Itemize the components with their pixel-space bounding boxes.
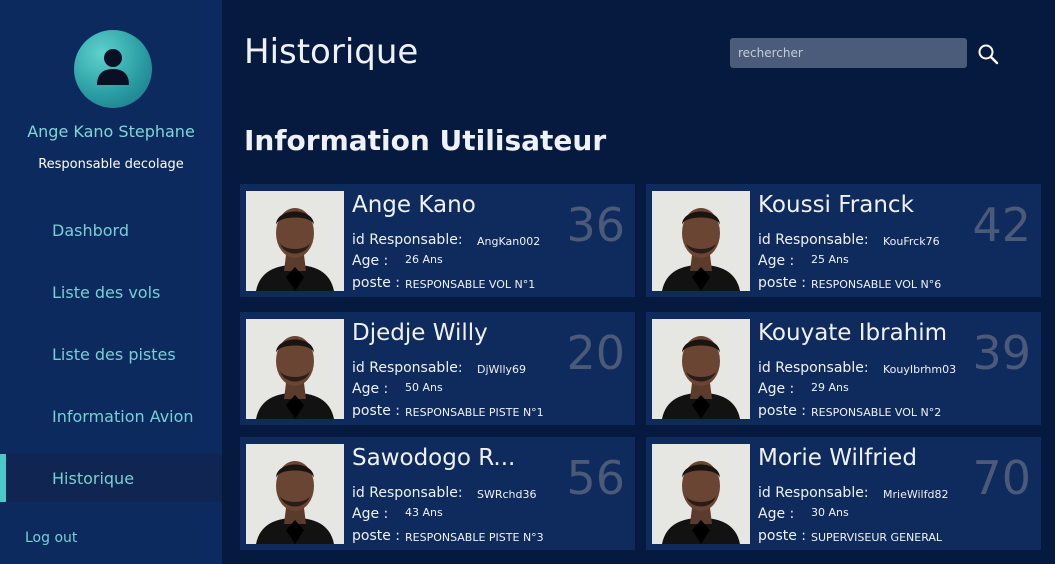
poste-value: RESPONSABLE VOL N°1 [405,278,536,291]
id-label: id Responsable: [352,232,463,248]
sidebar-item-liste-des-vols[interactable]: Liste des vols [0,268,222,316]
sidebar-item-label: Dashbord [52,220,129,240]
user-card[interactable]: Ange Kano 36 id Responsable: AngKan002 A… [240,184,635,297]
profile-photo [246,191,344,291]
age-label: Age : [352,381,389,397]
sidebar-item-liste-des-pistes[interactable]: Liste des pistes [0,330,222,378]
card-big-number: 20 [566,326,625,380]
profile-photo [246,444,344,544]
age-value: 50 Ans [405,381,443,394]
user-card[interactable]: Djedje Willy 20 id Responsable: DjWlly69… [240,312,635,425]
profile-photo-image [246,191,344,291]
user-role: Responsable decolage [38,157,184,172]
id-value: KouFrck76 [883,235,940,248]
id-value: SWRchd36 [477,488,537,501]
search-input[interactable] [730,38,967,68]
age-value: 26 Ans [405,253,443,266]
age-value: 30 Ans [811,506,849,519]
sidebar-item-label: Information Avion [52,406,194,426]
id-value: KouyIbrhm03 [883,363,957,376]
card-big-number: 39 [972,326,1031,380]
card-big-number: 70 [972,451,1031,505]
age-label: Age : [758,253,795,269]
page-title: Historique [244,32,419,72]
logout-link[interactable]: Log out [25,530,77,546]
poste-label: poste : [352,403,401,419]
sidebar-item-label: Liste des pistes [52,344,176,364]
age-label: Age : [352,253,389,269]
id-value: AngKan002 [477,235,541,248]
age-value: 43 Ans [405,506,443,519]
user-card[interactable]: Kouyate Ibrahim 39 id Responsable: KouyI… [646,312,1041,425]
sidebar: Ange Kano Stephane Responsable decolage … [0,0,222,564]
card-big-number: 42 [972,198,1031,252]
poste-value: RESPONSABLE VOL N°6 [811,278,942,291]
id-value: MrieWilfd82 [883,488,949,501]
profile-photo-image [246,319,344,419]
poste-value: RESPONSABLE PISTE N°1 [405,406,544,419]
card-big-number: 56 [566,451,625,505]
profile-photo-image [652,444,750,544]
card-name: Koussi Franck [758,192,914,218]
poste-label: poste : [758,528,807,544]
profile-photo [652,444,750,544]
profile-photo [652,191,750,291]
poste-label: poste : [758,275,807,291]
card-big-number: 36 [566,198,625,252]
section-title: Information Utilisateur [244,124,607,157]
search-icon[interactable] [977,43,999,65]
age-label: Age : [758,381,795,397]
card-name: Djedje Willy [352,320,488,346]
poste-value: RESPONSABLE VOL N°2 [811,406,942,419]
user-name: Ange Kano Stephane [27,122,195,141]
poste-label: poste : [352,275,401,291]
sidebar-item-label: Liste des vols [52,282,161,302]
sidebar-item-dashbord[interactable]: Dashbord [0,206,222,254]
profile-photo-image [246,444,344,544]
id-label: id Responsable: [758,360,869,376]
card-name: Kouyate Ibrahim [758,320,948,346]
profile-photo [652,319,750,419]
age-value: 25 Ans [811,253,849,266]
sidebar-item-information-avion[interactable]: Information Avion [0,392,222,440]
profile-photo-image [652,319,750,419]
id-label: id Responsable: [352,485,463,501]
user-card[interactable]: Koussi Franck 42 id Responsable: KouFrck… [646,184,1041,297]
profile-photo [246,319,344,419]
card-name: Sawodogo R... [352,445,516,471]
avatar[interactable] [74,30,152,108]
age-label: Age : [352,506,389,522]
age-value: 29 Ans [811,381,849,394]
sidebar-item-historique[interactable]: Historique [0,454,222,502]
age-label: Age : [758,506,795,522]
user-card[interactable]: Sawodogo R... 56 id Responsable: SWRchd3… [240,437,635,550]
poste-value: SUPERVISEUR GENERAL [811,531,943,544]
user-card[interactable]: Morie Wilfried 70 id Responsable: MrieWi… [646,437,1041,550]
id-label: id Responsable: [352,360,463,376]
sidebar-item-label: Historique [52,468,135,488]
id-label: id Responsable: [758,232,869,248]
id-value: DjWlly69 [477,363,527,376]
card-name: Ange Kano [352,192,476,218]
profile-photo-image [652,191,750,291]
poste-label: poste : [758,403,807,419]
poste-label: poste : [352,528,401,544]
id-label: id Responsable: [758,485,869,501]
user-icon [97,49,129,85]
poste-value: RESPONSABLE PISTE N°3 [405,531,544,544]
card-name: Morie Wilfried [758,445,917,471]
